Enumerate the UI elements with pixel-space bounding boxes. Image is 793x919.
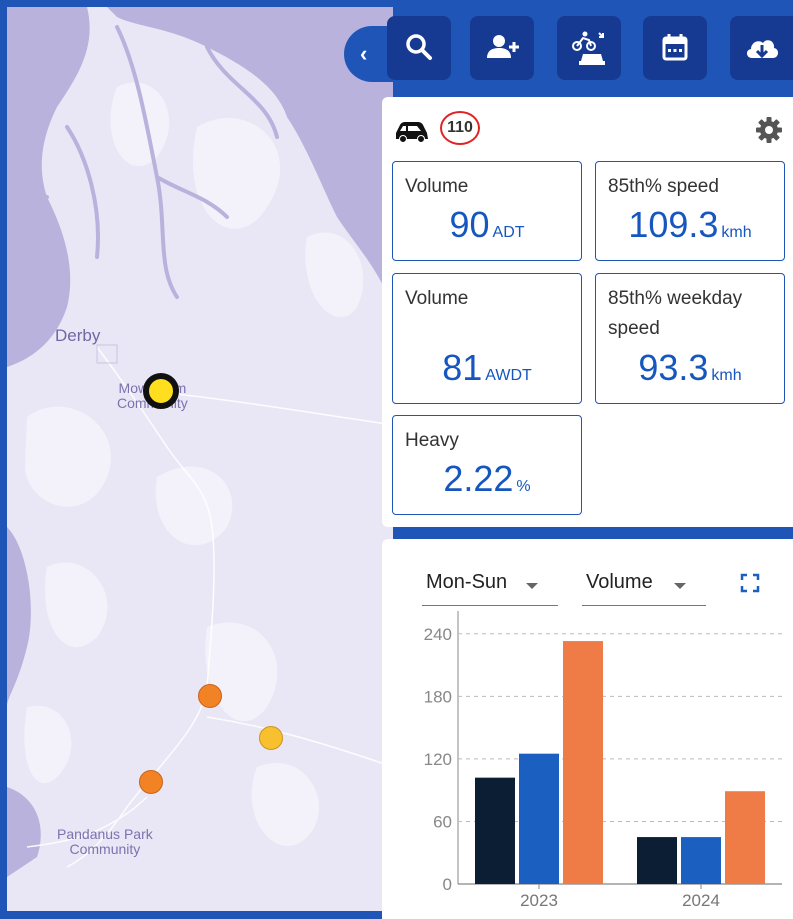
x-tick-label: 2024 bbox=[682, 891, 720, 910]
transport-modes-button[interactable] bbox=[557, 16, 621, 80]
bar bbox=[725, 791, 765, 884]
place-label-pandanus: Pandanus Park Community bbox=[57, 826, 153, 857]
search-button[interactable] bbox=[387, 16, 451, 80]
add-user-icon bbox=[487, 35, 519, 58]
site-marker-orange-1[interactable] bbox=[198, 684, 222, 708]
stat-unit: kmh bbox=[711, 367, 742, 384]
cloud-download-icon bbox=[746, 40, 779, 59]
y-tick-label: 120 bbox=[424, 750, 452, 769]
stat-unit: % bbox=[516, 478, 531, 495]
stat-value: 109.3 bbox=[628, 204, 719, 245]
map-canvas bbox=[7, 7, 393, 877]
site-marker-amber[interactable] bbox=[259, 726, 283, 750]
stat-label: Volume bbox=[405, 176, 469, 197]
stat-card-volume-adt[interactable]: Volume 90 ADT bbox=[392, 161, 582, 261]
bar bbox=[681, 837, 721, 884]
stat-unit: AWDT bbox=[485, 367, 532, 384]
bar-chart: 0 60 120 180 240 2023 2024 bbox=[424, 611, 782, 910]
stat-unit: kmh bbox=[721, 224, 752, 241]
y-tick-label: 240 bbox=[424, 625, 452, 644]
calendar-icon bbox=[662, 34, 688, 61]
stat-label: Volume bbox=[405, 288, 469, 309]
stat-unit: ADT bbox=[492, 224, 525, 241]
cyclist-car-icon bbox=[572, 31, 605, 65]
gear-icon[interactable] bbox=[756, 117, 782, 143]
site-id-badge: 110 bbox=[440, 111, 480, 145]
stat-value: 90 bbox=[449, 204, 490, 245]
stat-label: 85th% weekday speed bbox=[608, 288, 743, 339]
stat-label: 85th% speed bbox=[608, 176, 719, 197]
download-button[interactable] bbox=[730, 16, 793, 80]
stat-value: 81 bbox=[442, 347, 483, 388]
stat-card-heavy[interactable]: Heavy 2.22% bbox=[392, 415, 582, 515]
search-icon bbox=[406, 34, 432, 60]
site-marker-orange-2[interactable] bbox=[139, 770, 163, 794]
bar bbox=[563, 641, 603, 884]
y-tick-label: 0 bbox=[443, 875, 452, 894]
bar bbox=[475, 777, 515, 884]
chevron-left-icon: ‹ bbox=[360, 41, 368, 66]
y-tick-label: 60 bbox=[433, 812, 452, 831]
x-tick-label: 2023 bbox=[520, 891, 558, 910]
stat-card-volume-awdt[interactable]: Volume 81 AWDT bbox=[392, 273, 582, 404]
site-summary-card: 110 Volume 90 ADT 85th% speed 109.3 kmh Vo… bbox=[382, 97, 793, 527]
selected-site-marker[interactable] bbox=[143, 373, 179, 409]
stat-value: 93.3 bbox=[638, 347, 709, 388]
stat-label: Heavy bbox=[405, 430, 459, 451]
stat-card-85th-speed[interactable]: 85th% speed 109.3 kmh bbox=[595, 161, 785, 261]
stat-value: 2.22 bbox=[443, 458, 514, 499]
bar bbox=[519, 753, 559, 884]
map-view[interactable]: Derby Mowanjum Community Pandanus Park C… bbox=[7, 7, 393, 911]
car-icon bbox=[396, 122, 428, 143]
bar bbox=[637, 837, 677, 884]
stat-card-85th-weekday-speed[interactable]: 85th% weekday speed 93.3 kmh bbox=[595, 273, 785, 404]
place-label-derby: Derby bbox=[55, 326, 101, 345]
add-user-button[interactable] bbox=[470, 16, 534, 80]
site-header: 110 bbox=[392, 111, 792, 147]
calendar-button[interactable] bbox=[643, 16, 707, 80]
chart-card: Mon-Sun Volume 0 60 120 180 240 2023 2024 bbox=[382, 539, 793, 919]
y-tick-label: 180 bbox=[424, 687, 452, 706]
